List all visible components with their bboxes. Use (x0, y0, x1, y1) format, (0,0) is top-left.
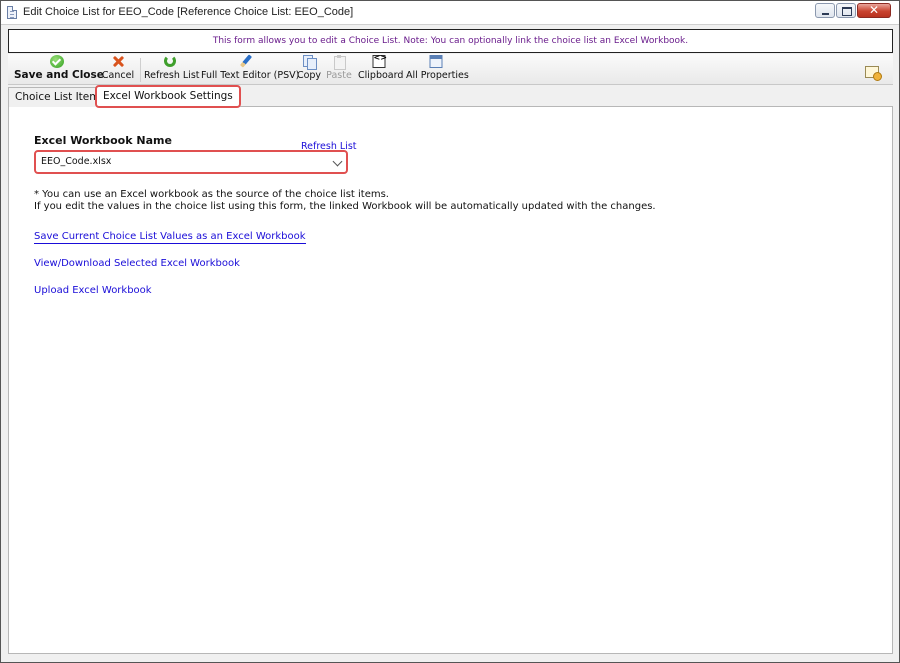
save-and-close-label: Save and Close (14, 69, 104, 81)
copy-label: Copy (296, 70, 322, 81)
properties-icon (429, 55, 443, 68)
toolbar-separator (140, 58, 141, 82)
excel-workbook-settings-panel: Excel Workbook Name Refresh List EEO_Cod… (8, 107, 893, 654)
close-icon: ✕ (868, 3, 880, 17)
tab-excel-workbook-settings[interactable]: Excel Workbook Settings (95, 85, 241, 108)
cancel-label: Cancel (101, 70, 135, 81)
upload-workbook-link[interactable]: Upload Excel Workbook (34, 285, 152, 296)
pencil-icon (239, 55, 253, 68)
clipboard-button[interactable]: <> Clipboard (358, 53, 404, 85)
close-button[interactable]: ✕ (857, 3, 891, 18)
clipboard-glyph: <> (373, 53, 387, 62)
full-text-editor-button[interactable]: Full Text Editor (PSV) (201, 54, 300, 85)
clipboard-icon: <> (372, 53, 387, 68)
paste-button[interactable]: Paste (325, 54, 353, 85)
all-properties-label: All Properties (406, 70, 469, 81)
edit-choice-list-window: Edit Choice List for EEO_Code [Reference… (0, 0, 900, 663)
check-icon (50, 55, 64, 68)
window-controls: ✕ (815, 3, 891, 18)
workbook-name-label: Excel Workbook Name (34, 134, 172, 147)
view-download-workbook-link[interactable]: View/Download Selected Excel Workbook (34, 258, 240, 269)
clipboard-label: Clipboard (358, 70, 404, 81)
banner-message: This form allows you to edit a Choice Li… (212, 36, 689, 46)
workbook-name-select[interactable]: EEO_Code.xlsx (34, 150, 348, 174)
tab-strip: Choice List Items Excel Workbook Setting… (8, 85, 893, 108)
cancel-button[interactable]: Cancel (100, 54, 136, 85)
maximize-button[interactable] (836, 3, 856, 18)
all-properties-button[interactable]: All Properties (406, 54, 469, 85)
paste-icon (332, 55, 346, 70)
workbook-note: * You can use an Excel workbook as the s… (34, 189, 656, 213)
minimize-button[interactable] (815, 3, 835, 18)
full-text-editor-label: Full Text Editor (PSV) (201, 70, 300, 81)
paste-label: Paste (326, 70, 352, 81)
refresh-list-label: Refresh List (144, 70, 200, 81)
document-icon (7, 6, 17, 19)
title-bar: Edit Choice List for EEO_Code [Reference… (1, 1, 899, 25)
window-title: Edit Choice List for EEO_Code [Reference… (23, 6, 354, 18)
copy-icon (302, 55, 317, 70)
refresh-icon (164, 55, 176, 67)
note-line-2: If you edit the values in the choice lis… (34, 201, 656, 212)
info-banner: This form allows you to edit a Choice Li… (8, 29, 893, 53)
chevron-down-icon (332, 156, 343, 167)
toolbar: Save and Close Cancel Refresh List Full … (8, 53, 893, 85)
help-icon[interactable] (865, 66, 882, 81)
save-as-workbook-link[interactable]: Save Current Choice List Values as an Ex… (34, 231, 306, 244)
workbook-name-value: EEO_Code.xlsx (41, 156, 112, 167)
copy-button[interactable]: Copy (295, 54, 323, 85)
note-line-1: * You can use an Excel workbook as the s… (34, 189, 389, 200)
cancel-x-icon (111, 55, 125, 68)
refresh-list-button[interactable]: Refresh List (144, 54, 200, 85)
save-and-close-button[interactable]: Save and Close (14, 54, 104, 85)
